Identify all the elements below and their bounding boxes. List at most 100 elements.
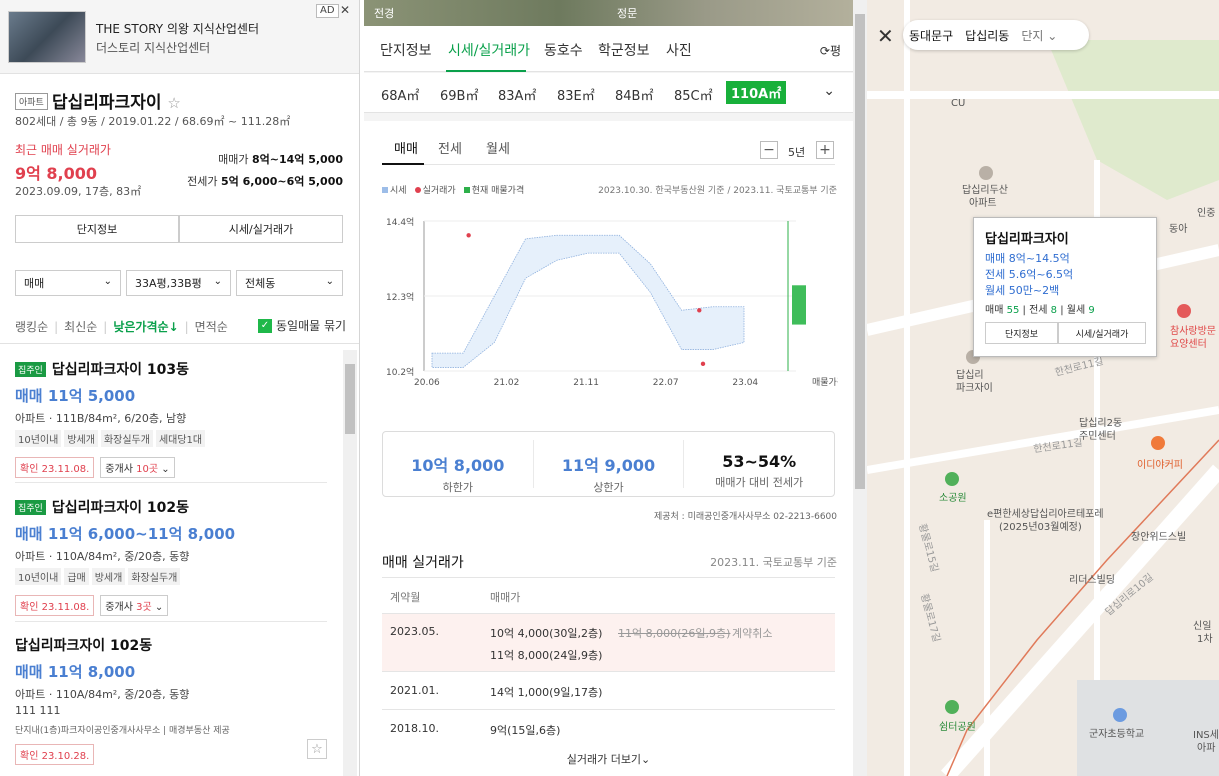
park-poi-icon[interactable] xyxy=(945,472,959,486)
area-value: 33A평,33B평 xyxy=(135,277,202,290)
chevron-down-icon: ⌄ xyxy=(213,276,222,287)
count-label: 매매 xyxy=(985,305,1004,316)
group-same-listings-toggle[interactable]: ✓ 동일매물 묶기 xyxy=(258,317,346,334)
map-label: 주민센터 xyxy=(1079,431,1116,442)
map-label: 이디야커피 xyxy=(1137,460,1183,471)
detail-panel: 전경 정문 단지정보 시세/실거래가 동호수 학군정보 사진 ⟳평 68A㎡ 6… xyxy=(364,0,853,776)
confirm-date: 확인 23.11.08. xyxy=(15,457,95,478)
deal-type-select[interactable]: 매매 ⌄ xyxy=(15,270,121,296)
trade-point xyxy=(697,308,702,313)
row-cancelled-price: 11억 8,000(26일,9층) xyxy=(618,627,731,640)
period-minus-button[interactable]: − xyxy=(760,141,778,159)
tab-price[interactable]: 시세/실거래가 xyxy=(448,40,530,60)
sort-low-price[interactable]: 낮은가격순↓ xyxy=(113,318,178,335)
popup-info-button[interactable]: 단지정보 xyxy=(985,322,1058,344)
breadcrumb-gu[interactable]: 동대문구 xyxy=(909,27,953,44)
tab-units[interactable]: 동호수 xyxy=(544,40,583,60)
complex-type-badge: 아파트 xyxy=(15,93,48,110)
map-label: (2025년03월예정) xyxy=(999,522,1082,533)
price-info-button[interactable]: 시세/실거래가 xyxy=(179,215,343,243)
subtab-sale[interactable]: 매매 xyxy=(394,138,418,157)
count-value: 55 xyxy=(1006,305,1020,316)
listing-title[interactable]: 답십리파크자이 102동 xyxy=(15,635,152,655)
pyeong-toggle[interactable]: ⟳평 xyxy=(820,42,841,59)
popup-price-button[interactable]: 시세/실거래가 xyxy=(1058,322,1146,344)
area-tab[interactable]: 83A㎡ xyxy=(498,85,536,104)
popup-title[interactable]: 답십리파크자이 xyxy=(985,228,1069,247)
row-price: 9억(15일,6층) xyxy=(490,724,561,737)
area-tab[interactable]: 69B㎡ xyxy=(440,85,478,104)
map-label: 아파 xyxy=(1197,743,1216,754)
row-cancel-label: 계약취소 xyxy=(732,627,773,640)
area-tab-selected[interactable]: 110A㎡ xyxy=(726,81,787,104)
map-breadcrumb[interactable]: 동대문구 답십리동 단지 ⌄ xyxy=(903,20,1089,50)
park-poi-icon[interactable] xyxy=(945,700,959,714)
chevron-down-icon[interactable]: ⌄ xyxy=(823,83,835,99)
ad-thumbnail[interactable] xyxy=(8,11,86,63)
map-view[interactable]: ✕ 동대문구 답십리동 단지 ⌄ CU 답십리두산 아파트 답십리 파크자이 답… xyxy=(867,0,1219,776)
legend-label: 현재 매물가격 xyxy=(471,186,525,196)
row-date: 2021.01. xyxy=(390,684,439,697)
ad-close-icon[interactable]: ✕ xyxy=(340,3,350,17)
school-poi-icon[interactable] xyxy=(1113,708,1127,722)
complex-info-button[interactable]: 단지정보 xyxy=(15,215,179,243)
listing-tags: 10년이내 급매 방세개 화장실두개 xyxy=(15,568,327,585)
favorite-star-icon[interactable]: ☆ xyxy=(167,94,180,112)
row-date: 2018.10. xyxy=(390,722,439,735)
listing-price: 매매 11억 5,000 xyxy=(15,387,136,405)
favorite-star-icon[interactable]: ☆ xyxy=(307,739,327,759)
complex-photo-strip[interactable]: 전경 정문 xyxy=(364,0,853,26)
detail-scrollbar[interactable] xyxy=(853,0,867,776)
table-row: 2018.10. 9억(15일,6층) xyxy=(382,709,835,747)
sort-area[interactable]: 면적순 xyxy=(195,318,228,335)
map-label: 쉼터공원 xyxy=(939,722,976,733)
listing-item[interactable]: 답십리파크자이 102동 매매 11억 8,000 아파트 · 110A/84m… xyxy=(15,635,327,765)
sort-latest[interactable]: 최신순 xyxy=(64,318,97,335)
deal-type-value: 매매 xyxy=(24,277,45,290)
breadcrumb-dong[interactable]: 답십리동 xyxy=(965,27,1009,44)
area-tabs: 68A㎡ 69B㎡ 83A㎡ 83E㎡ 84B㎡ 85C㎡ 110A㎡ ⌄ xyxy=(364,73,853,113)
agent-dropdown[interactable]: 중개사 10곳 ⌄ xyxy=(100,457,175,478)
cafe-poi-icon[interactable] xyxy=(1151,436,1165,450)
ad-title[interactable]: THE STORY 의왕 지식산업센터 xyxy=(96,20,259,37)
listing-title[interactable]: 답십리파크자이 102동 xyxy=(52,497,189,517)
apartment-poi-icon[interactable] xyxy=(979,166,993,180)
count-value: 8 xyxy=(1050,305,1058,316)
ad-banner[interactable]: THE STORY 의왕 지식산업센터 더스토리 지식산업센터 AD ✕ xyxy=(0,0,359,74)
row-price: 10억 4,000(30일,2층) xyxy=(490,627,603,640)
agent-dropdown[interactable]: 중개사 3곳 ⌄ xyxy=(100,595,169,616)
breadcrumb-type[interactable]: 단지 ⌄ xyxy=(1021,27,1057,44)
period-plus-button[interactable]: + xyxy=(816,141,834,159)
checkbox-icon[interactable]: ✓ xyxy=(258,318,272,333)
period-label: 5년 xyxy=(788,146,806,159)
recent-trade-date: 2023.09.09, 17층, 83㎡ xyxy=(15,185,142,198)
listing-item[interactable]: 집주인 답십리파크자이 103동 매매 11억 5,000 아파트 · 111B/… xyxy=(15,359,327,478)
area-tab[interactable]: 68A㎡ xyxy=(381,85,419,104)
dong-select[interactable]: 전체동 ⌄ xyxy=(236,270,343,296)
scrollbar-thumb[interactable] xyxy=(855,14,865,489)
tab-complex-info[interactable]: 단지정보 xyxy=(380,40,432,60)
sort-ranking[interactable]: 랭킹순 xyxy=(15,318,48,335)
price-chart[interactable]: 14.4억 12.3억 10.2억20.06 21.02 21.11 22.07 23.04… xyxy=(382,209,838,399)
area-tab[interactable]: 83E㎡ xyxy=(557,85,595,104)
more-trades-button[interactable]: 실거래가 더보기⌄ xyxy=(364,751,853,767)
tab-school[interactable]: 학군정보 xyxy=(598,40,650,60)
subtab-wolse[interactable]: 월세 xyxy=(486,138,510,157)
count-label: 전세 xyxy=(1029,305,1048,316)
map-close-icon[interactable]: ✕ xyxy=(877,24,894,48)
stat-label: 매매가 대비 전세가 xyxy=(715,476,804,489)
area-select[interactable]: 33A평,33B평 ⌄ xyxy=(126,270,231,296)
listing-item[interactable]: 집주인 답십리파크자이 102동 매매 11억 6,000~11억 8,000 아… xyxy=(15,497,327,616)
map-label: 아파트 xyxy=(969,198,997,209)
hospital-poi-icon[interactable] xyxy=(1177,304,1191,318)
complex-popup[interactable]: 답십리파크자이 매매 8억~14.5억 전세 5.6억~6.5억 월세 50만~… xyxy=(973,217,1157,357)
area-tab[interactable]: 85C㎡ xyxy=(674,85,713,104)
listing-range-bar xyxy=(792,285,806,325)
row-date: 2023.05. xyxy=(390,625,439,638)
listing-scrollbar[interactable] xyxy=(343,350,357,776)
subtab-jeonse[interactable]: 전세 xyxy=(438,138,462,157)
scrollbar-thumb[interactable] xyxy=(345,364,355,434)
area-tab[interactable]: 84B㎡ xyxy=(615,85,653,104)
listing-title[interactable]: 답십리파크자이 103동 xyxy=(52,359,189,379)
tab-photos[interactable]: 사진 xyxy=(666,40,692,60)
